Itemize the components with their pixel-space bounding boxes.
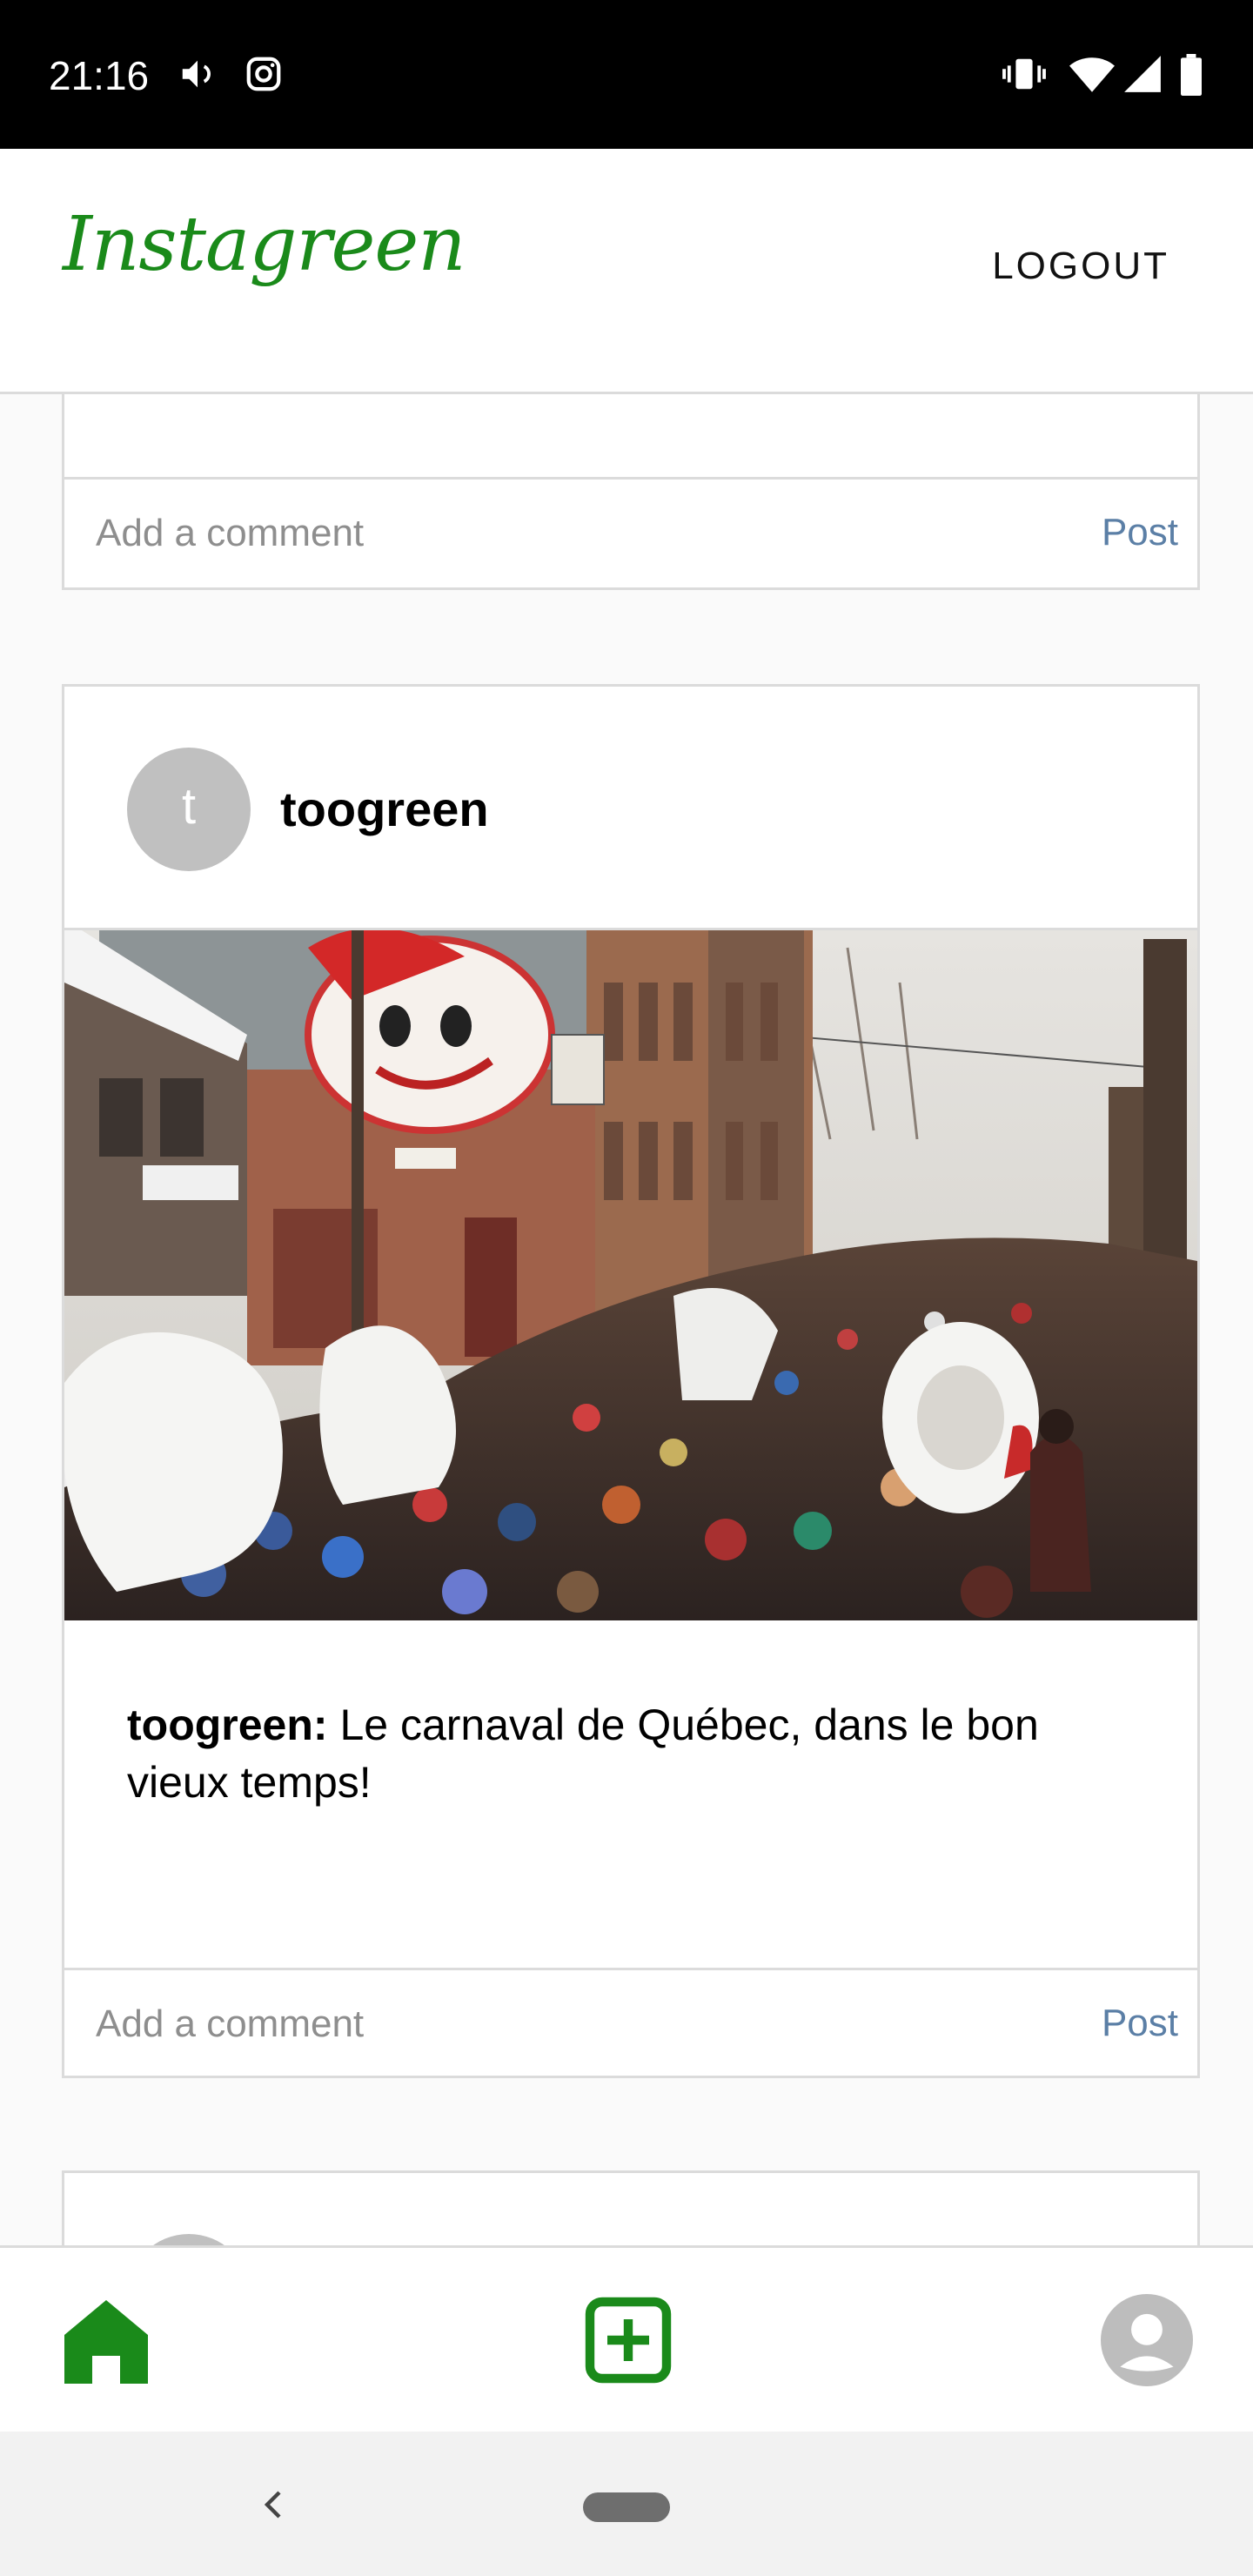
post-header: t toogreen — [64, 687, 1197, 930]
photo-winter-carnival-image — [64, 930, 1197, 1620]
wifi-icon — [1069, 54, 1116, 98]
post-username[interactable]: toogreen — [280, 781, 489, 837]
comment-row: Post — [64, 1968, 1197, 2078]
comment-row: Post — [64, 477, 1197, 587]
status-bar: 21:16 — [0, 0, 1253, 149]
comment-input[interactable] — [96, 1970, 1053, 2078]
logout-button[interactable]: LOGOUT — [992, 245, 1169, 288]
home-pill[interactable] — [583, 2492, 670, 2522]
status-time: 21:16 — [49, 53, 150, 98]
vibrate-icon — [1002, 54, 1046, 98]
post-comment-button[interactable]: Post — [1102, 2002, 1178, 2045]
post-card: t toogreen toogreen: Le carnaval de Québ… — [62, 684, 1200, 2078]
post-photo[interactable] — [64, 930, 1197, 1620]
app-logo[interactable]: Instagreen — [63, 201, 466, 288]
caption-username[interactable]: toogreen: — [127, 1701, 328, 1749]
battery-icon — [1178, 54, 1204, 100]
bottom-nav — [0, 2245, 1253, 2432]
comment-input[interactable] — [96, 480, 1053, 587]
app-header: Instagreen LOGOUT — [0, 149, 1253, 394]
instagram-icon — [244, 54, 284, 98]
previous-post-card: Post — [62, 394, 1200, 590]
profile-icon[interactable] — [1060, 2248, 1234, 2432]
add-post-icon[interactable] — [541, 2248, 715, 2432]
avatar[interactable]: t — [127, 748, 251, 871]
post-comment-button[interactable]: Post — [1102, 511, 1178, 554]
signal-icon — [1122, 54, 1163, 98]
volume-icon — [178, 54, 218, 98]
home-icon[interactable] — [19, 2248, 193, 2432]
back-icon[interactable] — [235, 2466, 313, 2545]
post-caption: toogreen: Le carnaval de Québec, dans le… — [127, 1696, 1136, 1811]
